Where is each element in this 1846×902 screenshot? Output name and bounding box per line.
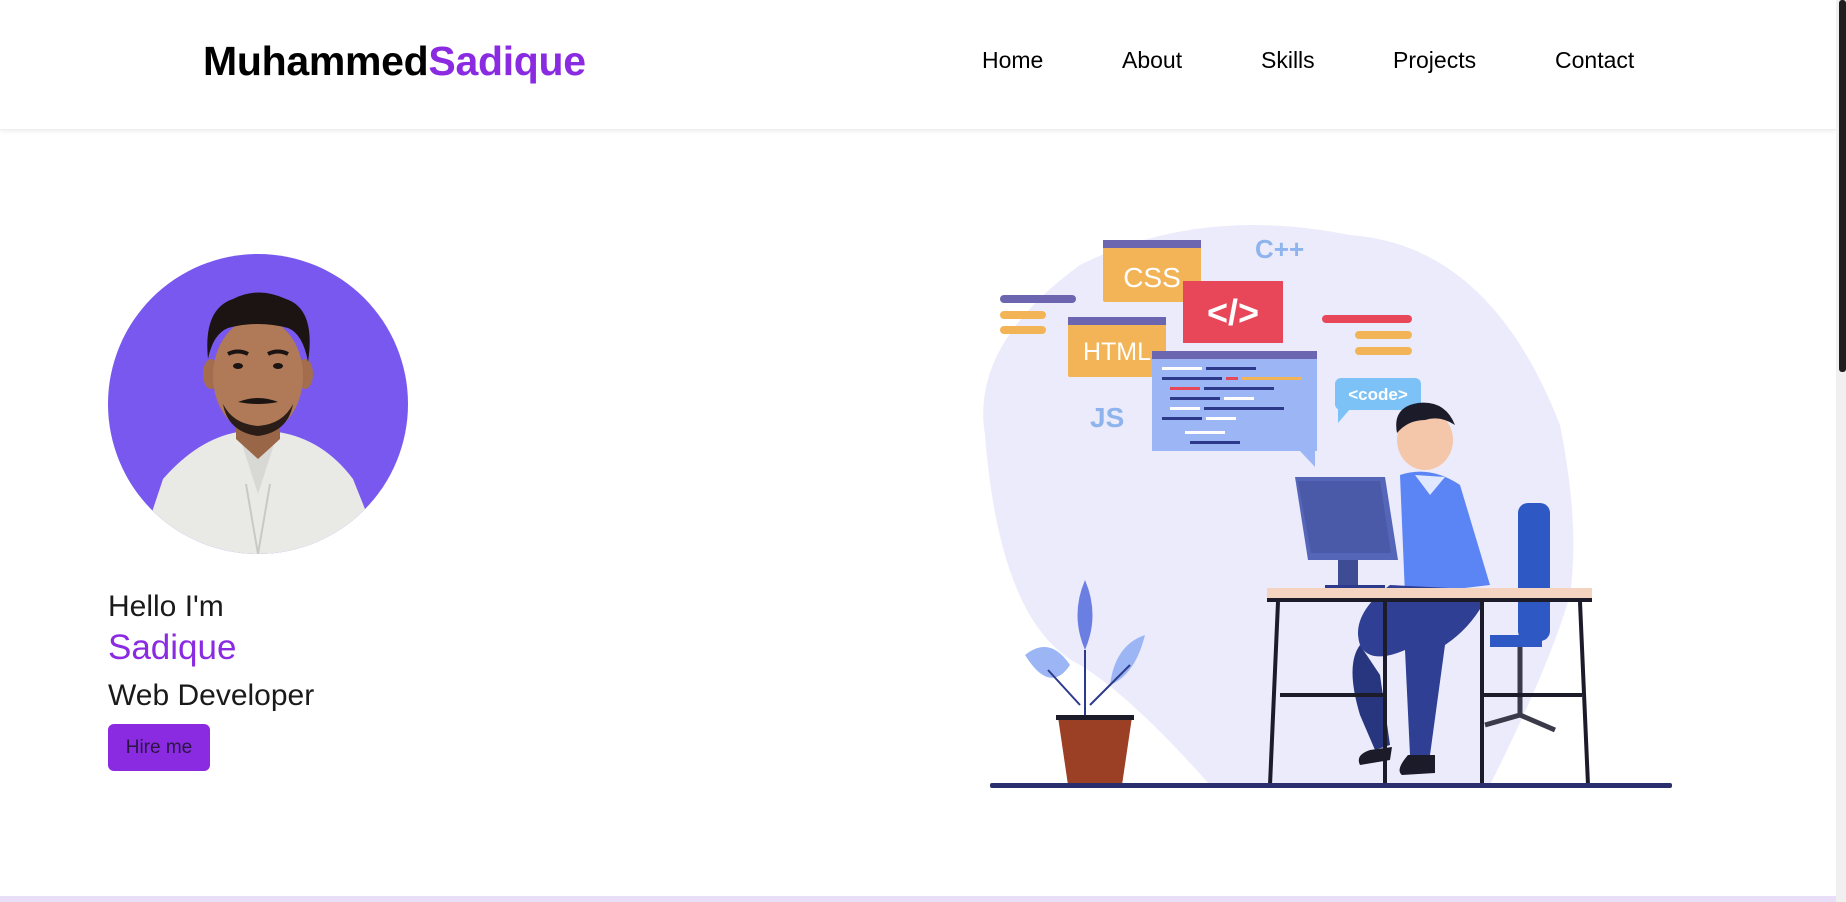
hire-me-button[interactable]: Hire me xyxy=(108,724,210,771)
html-tag: HTML xyxy=(1083,338,1151,366)
code-tag: </> xyxy=(1207,292,1259,333)
hero-name: Sadique xyxy=(108,628,237,667)
nav-link-home[interactable]: Home xyxy=(982,47,1043,74)
js-tag: JS xyxy=(1090,402,1124,433)
hero-greeting: Hello I'm xyxy=(108,590,224,623)
next-section-edge xyxy=(0,896,1836,902)
css-tag: CSS xyxy=(1123,262,1181,293)
code-bubble: <code> xyxy=(1348,385,1408,404)
hero-role: Web Developer xyxy=(108,679,315,712)
nav-link-about[interactable]: About xyxy=(1122,47,1182,74)
avatar xyxy=(108,254,408,554)
developer-at-desk-icon: CSS C++ </> HTML JS <code> xyxy=(983,225,1672,788)
cpp-tag: C++ xyxy=(1255,234,1304,264)
nav-menu: Home About Skills Projects Contact xyxy=(0,47,1836,77)
developer-illustration: CSS C++ </> HTML JS <code> xyxy=(930,195,1700,825)
nav-link-skills[interactable]: Skills xyxy=(1261,47,1315,74)
nav-link-contact[interactable]: Contact xyxy=(1555,47,1634,74)
scrollbar-thumb[interactable] xyxy=(1839,0,1846,372)
nav-link-projects[interactable]: Projects xyxy=(1393,47,1476,74)
navbar: MuhammedSadique Home About Skills Projec… xyxy=(0,0,1836,130)
profile-photo-icon xyxy=(138,292,383,554)
